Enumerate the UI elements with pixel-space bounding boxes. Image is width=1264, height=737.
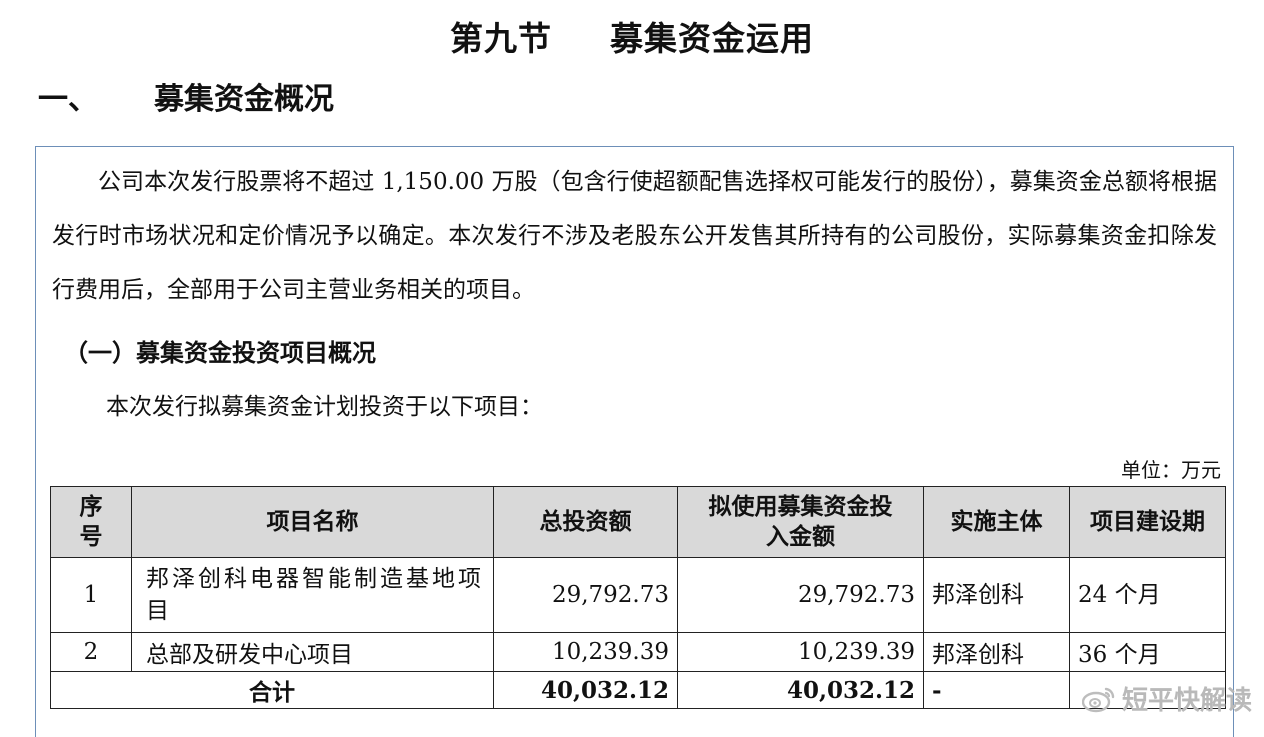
chapter-title: 第九节 募集资金运用 — [0, 12, 1264, 60]
section-number: 一、 — [38, 82, 98, 117]
section-heading: 一、 募集资金概况 — [38, 74, 334, 118]
cell-period: 36 个月 — [1069, 632, 1226, 672]
header-cell-total: 总投资额 — [493, 486, 678, 558]
cell-total: 29,792.73 — [493, 557, 678, 633]
cell-no: 2 — [50, 632, 132, 672]
cell-total: 10,239.39 — [493, 632, 678, 672]
cell-entity: 邦泽创科 — [923, 632, 1070, 672]
header-cell-no: 序号 — [50, 486, 132, 558]
cell-project: 总部及研发中心项目 — [131, 632, 494, 672]
content-frame: 公司本次发行股票将不超过 1,150.00 万股（包含行使超额配售选择权可能发行… — [35, 146, 1234, 737]
cell-raised: 10,239.39 — [677, 632, 924, 672]
total-investment: 40,032.12 — [493, 671, 678, 709]
investment-table: 序号 项目名称 总投资额 拟使用募集资金投入金额 实施主体 项目建设期 1 邦泽… — [50, 486, 1226, 709]
section-title: 募集资金概况 — [154, 82, 334, 117]
subsection-heading: （一）募集资金投资项目概况 — [64, 339, 376, 367]
weibo-logo-icon — [1081, 685, 1116, 713]
table-row: 2 总部及研发中心项目 10,239.39 10,239.39 邦泽创科 36 … — [50, 632, 1226, 672]
chapter-name: 募集资金运用 — [610, 19, 814, 58]
watermark-text: 短平快解读 — [1121, 686, 1252, 716]
cell-period: 24 个月 — [1069, 557, 1226, 633]
header-cell-entity: 实施主体 — [923, 486, 1070, 558]
table-row: 1 邦泽创科电器智能制造基地项目 29,792.73 29,792.73 邦泽创… — [50, 557, 1226, 633]
chapter-number: 第九节 — [450, 19, 552, 58]
total-label: 合计 — [50, 671, 494, 709]
total-raised: 40,032.12 — [677, 671, 924, 709]
cell-raised: 29,792.73 — [677, 557, 924, 633]
total-entity: - — [923, 671, 1070, 709]
watermark: 短平快解读 — [1081, 680, 1252, 717]
table-intro: 本次发行拟募集资金计划投资于以下项目： — [106, 394, 543, 420]
header-cell-period: 项目建设期 — [1069, 486, 1226, 558]
table-total-row: 合计 40,032.12 40,032.12 - — [50, 671, 1226, 709]
unit-label: 单位：万元 — [1121, 458, 1221, 482]
header-cell-project: 项目名称 — [131, 486, 494, 558]
table-header-row: 序号 项目名称 总投资额 拟使用募集资金投入金额 实施主体 项目建设期 — [50, 486, 1226, 558]
cell-entity: 邦泽创科 — [923, 557, 1070, 633]
cell-no: 1 — [50, 557, 132, 633]
overview-paragraph: 公司本次发行股票将不超过 1,150.00 万股（包含行使超额配售选择权可能发行… — [52, 169, 1217, 303]
header-cell-raised: 拟使用募集资金投入金额 — [677, 486, 924, 558]
cell-project: 邦泽创科电器智能制造基地项目 — [131, 557, 494, 633]
